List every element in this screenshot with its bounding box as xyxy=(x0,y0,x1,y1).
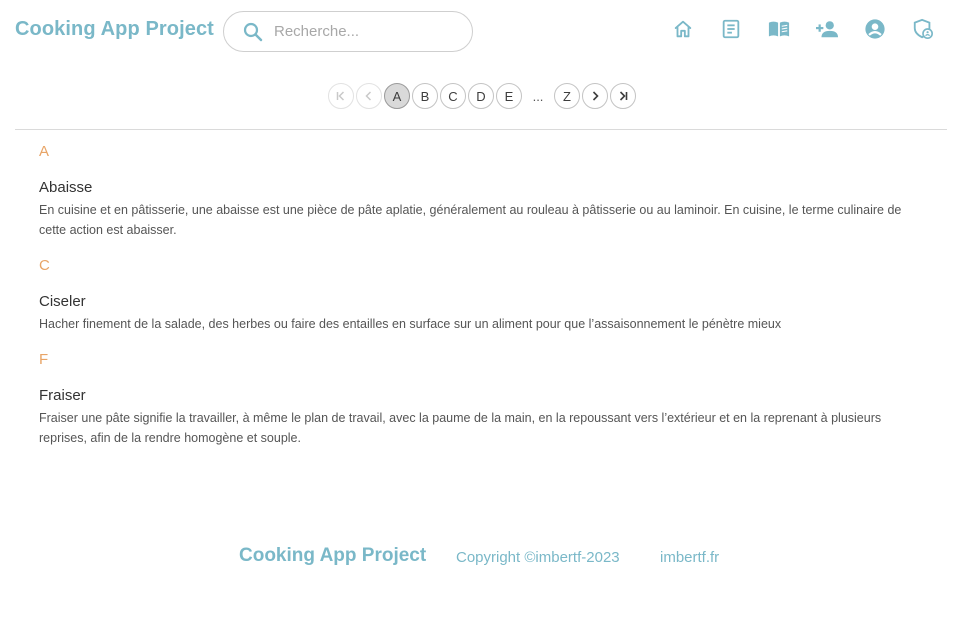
term-title: Abaisse xyxy=(39,179,93,196)
glossary-entry: Ciseler Hacher finement de la salade, de… xyxy=(39,292,909,334)
term-definition: Hacher finement de la salade, des herbes… xyxy=(39,317,782,331)
divider xyxy=(15,129,947,130)
term-definition: Fraiser une pâte signifie la travailler,… xyxy=(39,411,882,445)
page-letter-d[interactable]: D xyxy=(468,83,494,109)
header: Cooking App Project xyxy=(0,0,962,64)
search-input[interactable] xyxy=(274,23,454,40)
account-icon[interactable] xyxy=(860,16,890,42)
footer-brand[interactable]: Cooking App Project xyxy=(239,545,426,567)
section-letter: F xyxy=(39,351,49,368)
glossary-section: F Fraiser Fraiser une pâte signifie la t… xyxy=(39,348,909,448)
main-nav xyxy=(668,16,956,42)
pagination-ellipsis: ... xyxy=(532,88,544,104)
search-icon xyxy=(242,21,264,43)
footer-website-link[interactable]: imbertf.fr xyxy=(660,549,719,566)
term-title: Fraiser xyxy=(39,387,86,404)
section-letter: C xyxy=(39,257,50,274)
next-page-icon[interactable] xyxy=(582,83,608,109)
term-definition: En cuisine et en pâtisserie, une abaisse… xyxy=(39,203,902,237)
footer: Cooking App Project Copyright ©imbertf-2… xyxy=(0,545,962,571)
page-letter-b[interactable]: B xyxy=(412,83,438,109)
section-letter: A xyxy=(39,143,50,160)
book-icon[interactable] xyxy=(764,16,794,42)
glossary-list: A Abaisse En cuisine et en pâtisserie, u… xyxy=(39,140,909,462)
brand-title[interactable]: Cooking App Project xyxy=(15,18,214,41)
home-icon[interactable] xyxy=(668,16,698,42)
glossary-section: A Abaisse En cuisine et en pâtisserie, u… xyxy=(39,140,909,240)
first-page-icon[interactable] xyxy=(328,83,354,109)
search-box[interactable] xyxy=(223,11,473,52)
glossary-entry: Abaisse En cuisine et en pâtisserie, une… xyxy=(39,178,909,240)
term-title: Ciseler xyxy=(39,293,86,310)
prev-page-icon[interactable] xyxy=(356,83,382,109)
alphabet-pagination: A B C D E ... Z xyxy=(328,83,638,109)
page-letter-c[interactable]: C xyxy=(440,83,466,109)
article-icon[interactable] xyxy=(716,16,746,42)
last-page-icon[interactable] xyxy=(610,83,636,109)
admin-shield-icon[interactable] xyxy=(908,16,938,42)
glossary-entry: Fraiser Fraiser une pâte signifie la tra… xyxy=(39,386,909,448)
page-letter-z[interactable]: Z xyxy=(554,83,580,109)
page-letter-a[interactable]: A xyxy=(384,83,410,109)
footer-copyright: Copyright ©imbertf-2023 xyxy=(456,549,620,566)
page-letter-e[interactable]: E xyxy=(496,83,522,109)
glossary-section: C Ciseler Hacher finement de la salade, … xyxy=(39,254,909,334)
add-user-icon[interactable] xyxy=(812,16,842,42)
